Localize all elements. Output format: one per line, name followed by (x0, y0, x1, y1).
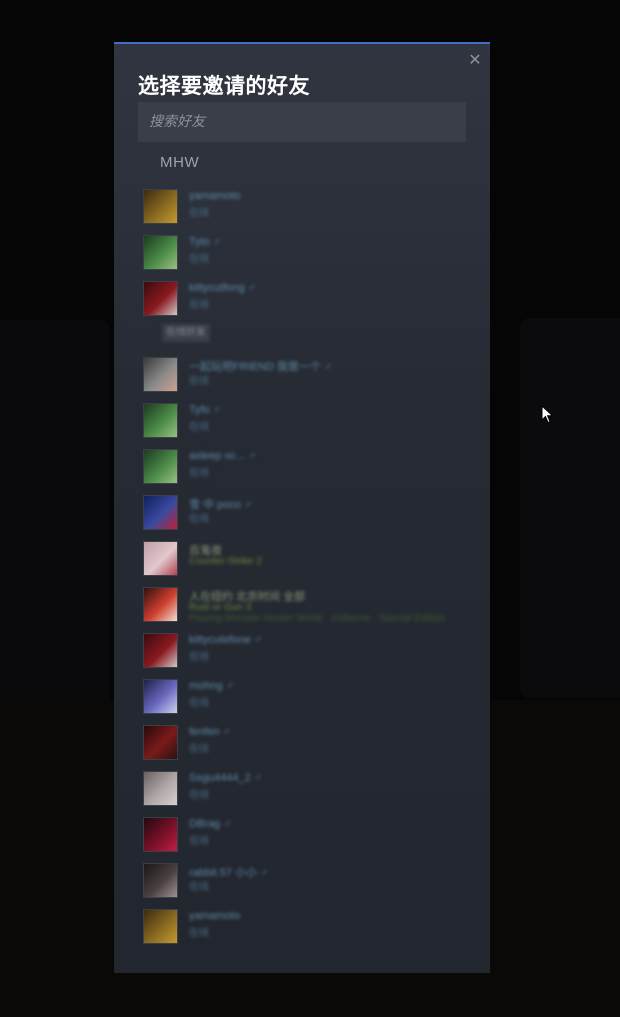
friend-name: fenfen ♂ (189, 726, 231, 738)
friend-row[interactable]: Tyfo ♂ 在线 (114, 398, 490, 444)
friend-row[interactable]: 一起玩吧FRIEND 我是一个 ♂ 在线 (114, 352, 490, 398)
avatar (143, 403, 178, 438)
friend-name: 一起玩吧FRIEND 我是一个 ♂ (189, 361, 333, 373)
friend-status: 在线 (189, 698, 209, 709)
friend-status: Rust or Gun 3 (189, 602, 252, 613)
avatar (143, 235, 178, 270)
friend-name: kittycutfong ♂ (189, 282, 256, 294)
avatar (143, 541, 178, 576)
group-label: MHW (160, 154, 200, 171)
friend-name: mohng ♂ (189, 680, 234, 692)
avatar (143, 587, 178, 622)
avatar (143, 281, 178, 316)
friend-name: Ssgu4444_2 ♂ (189, 772, 263, 784)
friend-status: 在线 (189, 928, 209, 939)
avatar (143, 449, 178, 484)
friend-status: 在线 (189, 790, 209, 801)
friend-row[interactable]: Ssgu4444_2 ♂ 在线 (114, 766, 490, 812)
subgroup-header: 在线好友 (114, 322, 490, 352)
avatar (143, 909, 178, 944)
subgroup-label: 在线好友 (162, 324, 210, 342)
friend-row[interactable]: asleep oc... ♂ 在线 (114, 444, 490, 490)
friend-status: 在线 (189, 652, 209, 663)
friend-status: 在线 (189, 376, 209, 387)
friend-status: 在线 (189, 422, 209, 433)
friend-row[interactable]: 百鬼夜 Counter-Strike 2 (114, 536, 490, 582)
friend-status: 在线 (189, 254, 209, 265)
friend-row[interactable]: Tyto ♂ 在线 (114, 230, 490, 276)
friend-row[interactable]: yamamoto 在线 (114, 904, 490, 950)
friend-status: 在线 (189, 208, 209, 219)
avatar (143, 357, 178, 392)
avatar (143, 633, 178, 668)
avatar (143, 863, 178, 898)
friend-row[interactable]: kittycutfong ♂ 在线 (114, 276, 490, 322)
friend-row[interactable]: yamamoto 在线 (114, 184, 490, 230)
friend-name: Tyto ♂ (189, 236, 222, 248)
dialog-title: 选择要邀请的好友 (138, 74, 310, 98)
friend-row[interactable]: 雪 中 poco ♂ 在线 (114, 490, 490, 536)
avatar (143, 771, 178, 806)
background-panel-right (520, 318, 620, 698)
friend-name: kittycutefone ♂ (189, 634, 263, 646)
avatar (143, 679, 178, 714)
friend-status: 在线 (189, 468, 209, 479)
friend-row[interactable]: 人在纽约 北京时间 全部 Rust or Gun 3 Playing Monster… (114, 582, 490, 628)
friend-row[interactable]: rabbit.57 小小 ♂ 在线 (114, 858, 490, 904)
avatar (143, 495, 178, 530)
friend-name: Tyfo ♂ (189, 404, 222, 416)
friend-name: asleep oc... ♂ (189, 450, 257, 462)
friend-status: 在线 (189, 300, 209, 311)
close-icon[interactable]: ✕ (468, 53, 482, 69)
invite-friends-dialog: ✕ 选择要邀请的好友 MHW yamamoto在线Tyto ♂在线kittycu… (114, 42, 490, 973)
friend-name: yamamoto (189, 190, 241, 202)
friend-status: 在线 (189, 514, 209, 525)
search-input[interactable] (138, 102, 466, 142)
friend-name: DBrag ♂ (189, 818, 232, 830)
friend-row[interactable]: fenfen ♂ 在线 (114, 720, 490, 766)
friend-status: 在线 (189, 882, 209, 893)
friend-row[interactable]: kittycutefone ♂ 在线 (114, 628, 490, 674)
friend-game-detail: Playing Monster Hunter World · Iceborne … (189, 613, 446, 624)
friend-row[interactable]: DBrag ♂ 在线 (114, 812, 490, 858)
avatar (143, 189, 178, 224)
friend-list: yamamoto 在线 Tyto ♂ 在线 kittycutfong ♂ 在线 在线好友 一起… (114, 184, 490, 950)
friend-row[interactable]: mohng ♂ 在线 (114, 674, 490, 720)
friend-name: yamamoto (189, 910, 241, 922)
mouse-cursor-icon (541, 405, 554, 424)
friend-status: Counter-Strike 2 (189, 556, 262, 567)
friend-status: 在线 (189, 744, 209, 755)
friend-status: 在线 (189, 836, 209, 847)
avatar (143, 817, 178, 852)
avatar (143, 725, 178, 760)
